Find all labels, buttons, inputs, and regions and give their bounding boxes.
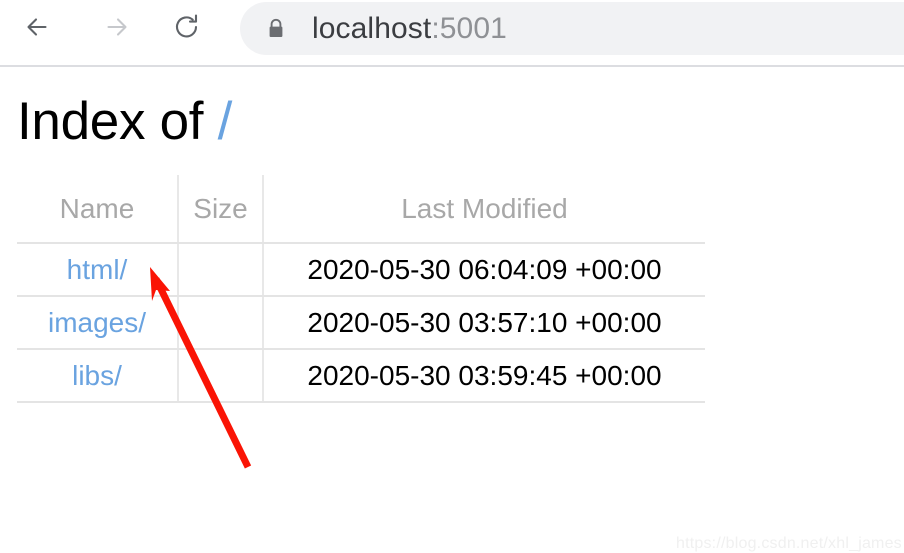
cell-last-modified: 2020-05-30 03:59:45 +00:00 [263,349,705,403]
table-row: html/ 2020-05-30 06:04:09 +00:00 [17,243,705,297]
watermark-text: https://blog.csdn.net/xhl_james [676,535,902,552]
directory-link-html[interactable]: html/ [67,254,128,285]
address-port: :5001 [431,11,507,45]
cell-name: images/ [17,296,179,350]
address-url-text: localhost:5001 [312,12,507,46]
cell-last-modified: 2020-05-30 06:04:09 +00:00 [263,243,705,297]
address-bar[interactable]: localhost:5001 [240,2,904,55]
browser-toolbar: localhost:5001 [0,0,904,66]
page-content: Index of / Name Size Last Modified html/… [0,67,904,552]
directory-link-images[interactable]: images/ [48,307,146,338]
page-title-prefix: Index of [17,92,218,151]
column-header-size[interactable]: Size [178,175,264,244]
reload-icon [170,10,204,47]
cell-size [178,349,264,403]
cell-size [178,296,264,350]
root-path-link[interactable]: / [218,92,233,151]
table-row: libs/ 2020-05-30 03:59:45 +00:00 [17,349,705,403]
directory-listing-table: Name Size Last Modified html/ 2020-05-30… [17,175,705,403]
arrow-right-icon [97,10,131,47]
page-title: Index of / [17,95,232,148]
forward-button[interactable] [90,4,138,52]
lock-icon [267,18,285,40]
cell-last-modified: 2020-05-30 03:57:10 +00:00 [263,296,705,350]
table-header-row: Name Size Last Modified [17,175,705,244]
cell-size [178,243,264,297]
cell-name: html/ [17,243,179,297]
column-header-last-modified[interactable]: Last Modified [263,175,705,244]
arrow-left-icon [23,10,57,47]
directory-link-libs[interactable]: libs/ [72,360,122,391]
cell-name: libs/ [17,349,179,403]
address-host: localhost [312,11,432,45]
column-header-name[interactable]: Name [17,175,179,244]
back-button[interactable] [16,4,64,52]
table-row: images/ 2020-05-30 03:57:10 +00:00 [17,296,705,350]
reload-button[interactable] [163,4,211,52]
